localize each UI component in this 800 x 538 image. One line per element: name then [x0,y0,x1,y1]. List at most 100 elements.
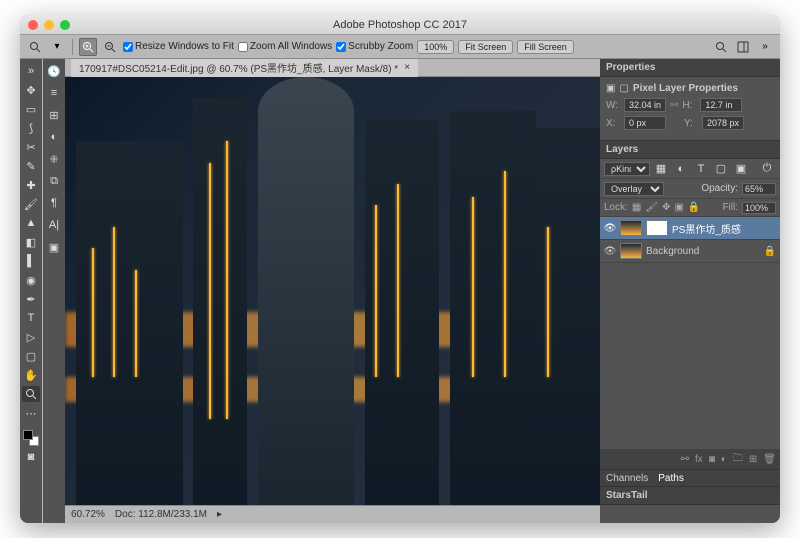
history-icon[interactable]: 🕓 [45,63,63,79]
mask-icon: ▢ [619,83,628,94]
fit-screen-button[interactable]: Fit Screen [458,40,513,54]
width-field[interactable] [624,98,666,112]
lock-position-icon[interactable]: ✥ [662,202,670,213]
crop-tool[interactable]: ✂ [22,139,40,155]
brush-tool[interactable]: 🖌 [22,196,40,212]
resize-windows-checkbox[interactable]: Resize Windows to Fit [123,41,234,52]
filter-kind-select[interactable]: ρKind [604,162,650,176]
navigator-icon[interactable]: ▣ [45,239,63,255]
filter-toggle-icon[interactable]: ⏻ [758,161,776,177]
starstail-header[interactable]: StarsTail [600,487,780,505]
layer-row[interactable]: 👁 Background 🔒 [600,240,780,263]
libraries-icon[interactable]: ⧉ [45,173,63,189]
lock-pixels-icon[interactable]: 🖌 [645,202,658,213]
move-tool[interactable]: ✥ [22,82,40,98]
edit-toolbar[interactable]: ⋯ [22,405,40,421]
height-field[interactable] [700,98,742,112]
opacity-field[interactable] [742,183,776,195]
canvas[interactable] [65,77,600,505]
tab-channels[interactable]: Channels [606,473,648,484]
layer-name[interactable]: Background [646,246,699,257]
layer-name[interactable]: PS黑作坊_质感 [672,221,741,236]
search-icon[interactable] [712,38,730,56]
titlebar: Adobe Photoshop CC 2017 [20,15,780,35]
paragraph-icon[interactable]: ¶ [45,195,63,211]
path-tool[interactable]: ▷ [22,329,40,345]
close-tab-icon[interactable]: × [404,62,410,73]
lock-artboard-icon[interactable]: ▣ [674,202,683,213]
lock-all-icon[interactable]: 🔒 [688,202,700,213]
group-icon[interactable]: 🗀 [733,451,743,468]
fx-icon[interactable]: fx [695,454,703,465]
options-flyout-icon[interactable]: ▾ [48,38,66,56]
layer-thumbnail[interactable] [620,220,642,236]
layers-header[interactable]: Layers [600,141,780,159]
app-title: Adobe Photoshop CC 2017 [20,19,780,31]
lasso-tool[interactable]: ⟆ [22,120,40,136]
workspace-icon[interactable] [734,38,752,56]
layer-thumbnail[interactable] [620,243,642,259]
adjustment-add-icon[interactable]: ◐ [721,454,727,465]
zoom-out-icon[interactable] [101,38,119,56]
filter-pixel-icon[interactable]: ▦ [652,161,670,177]
adjustments-icon[interactable]: ≡ [45,85,63,101]
panel-menu-icon[interactable]: » [756,38,774,56]
y-field[interactable] [702,116,744,130]
blur-tool[interactable]: ◉ [22,272,40,288]
filter-shape-icon[interactable]: ▢ [712,161,730,177]
document-tab[interactable]: 170917#DSC05214-Edit.jpg @ 60.7% (PS黑作坊_… [71,59,418,77]
gradient-tool[interactable]: ▌ [22,253,40,269]
delete-layer-icon[interactable]: 🗑 [763,454,776,465]
scrubby-zoom-checkbox[interactable]: Scrubby Zoom [336,41,413,52]
zoom-in-icon[interactable] [79,38,97,56]
doc-info[interactable]: Doc: 112.8M/233.1M [115,509,207,520]
eraser-tool[interactable]: ◧ [22,234,40,250]
pen-tool[interactable]: ✒ [22,291,40,307]
app-window: Adobe Photoshop CC 2017 ▾ Resize Windows… [20,15,780,523]
filter-smart-icon[interactable]: ▣ [732,161,750,177]
properties-header[interactable]: Properties [600,59,780,77]
tab-paths[interactable]: Paths [658,473,684,484]
quickmask-toggle[interactable]: ◙ [22,449,40,465]
eyedropper-tool[interactable]: ✎ [22,158,40,174]
filter-adjust-icon[interactable]: ◐ [672,161,690,177]
healing-tool[interactable]: ✚ [22,177,40,193]
zoom-level[interactable]: 60.72% [71,509,105,520]
stamp-tool[interactable]: ▲ [22,215,40,231]
zoom-tool[interactable] [22,386,40,402]
status-flyout-icon[interactable]: ▸ [217,509,222,520]
type-tool[interactable]: T [22,310,40,326]
lock-transparent-icon[interactable]: ▦ [632,202,641,213]
visibility-icon[interactable]: 👁 [604,245,616,257]
brushes-icon[interactable]: ⁜ [45,151,63,167]
marquee-tool[interactable]: ▭ [22,101,40,117]
zoom-100-button[interactable]: 100% [417,40,454,54]
filter-type-icon[interactable]: T [692,161,710,177]
zoom-tool-icon[interactable] [26,38,44,56]
lock-label: Lock: [604,202,628,213]
link-layers-icon[interactable]: ⚯ [681,454,689,465]
color-icon[interactable]: ◐ [45,129,63,145]
main-body: » ✥ ▭ ⟆ ✂ ✎ ✚ 🖌 ▲ ◧ ▌ ◉ ✒ T ▷ ▢ ✋ ⋯ ◙ 🕓 … [20,59,780,523]
fill-field[interactable] [742,202,776,214]
new-layer-icon[interactable]: ⊞ [749,454,757,465]
properties-body: ▣ ▢ Pixel Layer Properties W: ⚯ H: X: Y: [600,77,780,140]
link-icon[interactable]: ⚯ [670,100,678,111]
layer-row[interactable]: 👁 PS黑作坊_质感 [600,217,780,240]
color-swatches[interactable] [23,430,39,446]
layer-mask-thumbnail[interactable] [646,220,668,236]
character-icon[interactable]: A| [45,217,63,233]
fill-screen-button[interactable]: Fill Screen [517,40,574,54]
blend-mode-select[interactable]: Overlay [604,182,664,196]
shape-tool[interactable]: ▢ [22,348,40,364]
hand-tool[interactable]: ✋ [22,367,40,383]
blend-bar: Overlay Opacity: [600,179,780,199]
tab-label: 170917#DSC05214-Edit.jpg @ 60.7% (PS黑作坊_… [79,60,398,75]
collapse-icon[interactable]: » [22,63,40,79]
mask-add-icon[interactable]: ◙ [709,454,715,465]
layers-panel: Layers ρKind ▦ ◐ T ▢ ▣ ⏻ Overlay Opacity… [600,140,780,469]
swatches-icon[interactable]: ⊞ [45,107,63,123]
visibility-icon[interactable]: 👁 [604,222,616,234]
zoom-all-checkbox[interactable]: Zoom All Windows [238,41,332,52]
x-field[interactable] [624,116,666,130]
